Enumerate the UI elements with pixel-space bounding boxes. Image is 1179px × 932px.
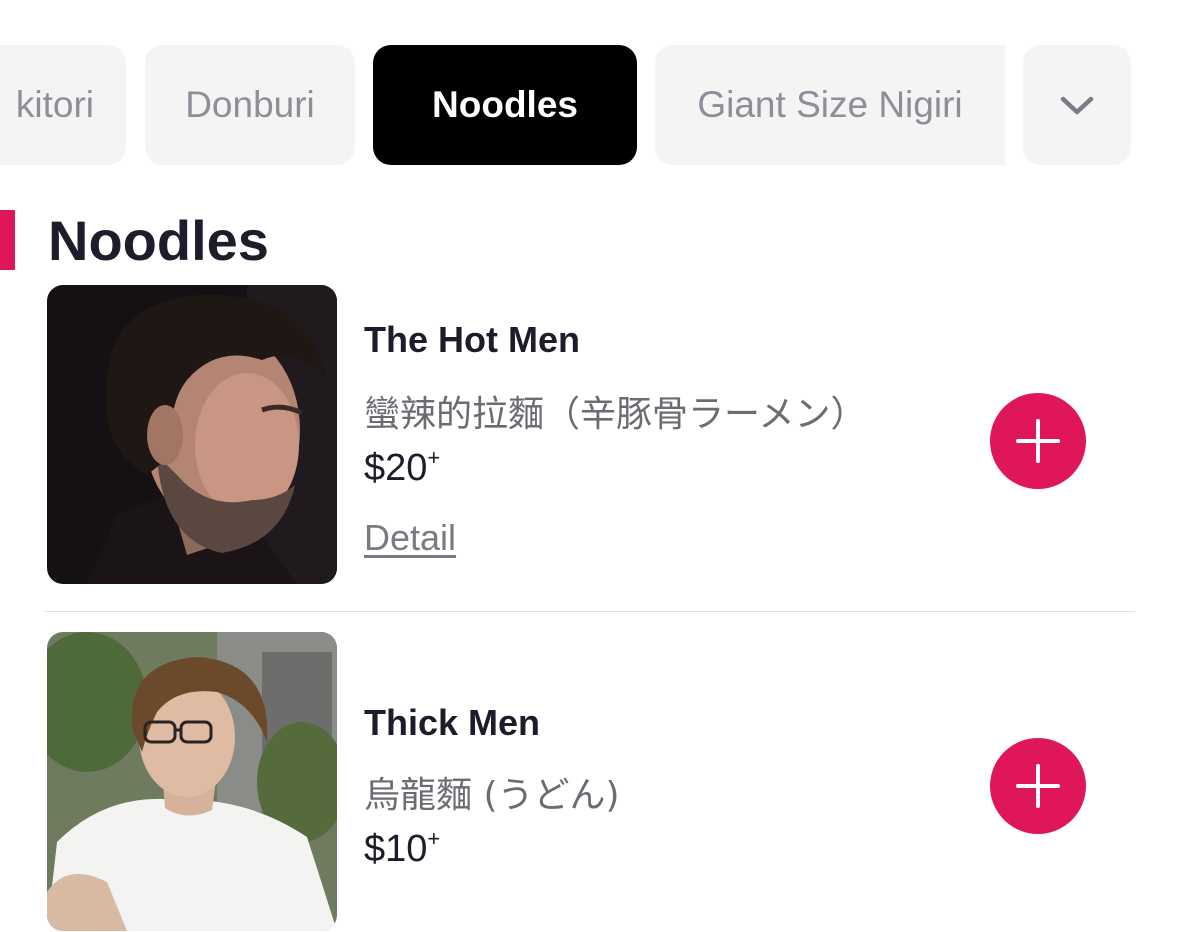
- category-tab-bar: kitori Donburi Noodles Giant Size Nigiri: [0, 45, 1179, 165]
- price-suffix: +: [427, 826, 441, 851]
- add-to-cart-button[interactable]: [990, 393, 1086, 489]
- item-price: $10+: [364, 826, 441, 871]
- section-title: Noodles: [48, 209, 269, 272]
- plus-icon: [1016, 764, 1060, 808]
- tab-label: kitori: [15, 84, 94, 125]
- item-photo: [47, 285, 337, 584]
- tab-label: Noodles: [432, 84, 578, 125]
- item-description: 烏龍麵 (うどん): [364, 775, 620, 816]
- detail-link[interactable]: Detail: [364, 517, 456, 559]
- add-to-cart-button[interactable]: [990, 738, 1086, 834]
- item-divider: [45, 611, 1135, 612]
- tab-label: Donburi: [185, 84, 315, 125]
- tab-donburi[interactable]: Donburi: [145, 45, 355, 165]
- item-photo: [47, 632, 337, 931]
- item-price: $20+: [364, 445, 441, 490]
- menu-item[interactable]: Thick Men 烏龍麵 (うどん) $10+: [0, 632, 1179, 932]
- more-categories-button[interactable]: [1023, 45, 1131, 165]
- price-value: $20: [364, 447, 428, 489]
- plus-icon: [1016, 419, 1060, 463]
- photo-man-glasses-icon: [47, 632, 337, 931]
- tab-label: Giant Size Nigiri: [697, 84, 963, 125]
- menu-item[interactable]: The Hot Men 蠻辣的拉麵（辛豚骨ラーメン） $20+ Detail: [0, 285, 1179, 585]
- item-name: Thick Men: [364, 702, 541, 743]
- tab-noodles[interactable]: Noodles: [373, 45, 637, 165]
- photo-man-dark-hair-icon: [47, 285, 337, 584]
- price-value: $10: [364, 828, 428, 870]
- tab-giant-size-nigiri[interactable]: Giant Size Nigiri: [655, 45, 1005, 165]
- item-description: 蠻辣的拉麵（辛豚骨ラーメン）: [364, 394, 867, 435]
- section-accent-bar: [0, 210, 15, 270]
- price-suffix: +: [427, 445, 441, 470]
- chevron-down-icon: [1060, 96, 1094, 115]
- item-name: The Hot Men: [364, 319, 580, 360]
- tab-yakitori[interactable]: kitori: [0, 45, 126, 165]
